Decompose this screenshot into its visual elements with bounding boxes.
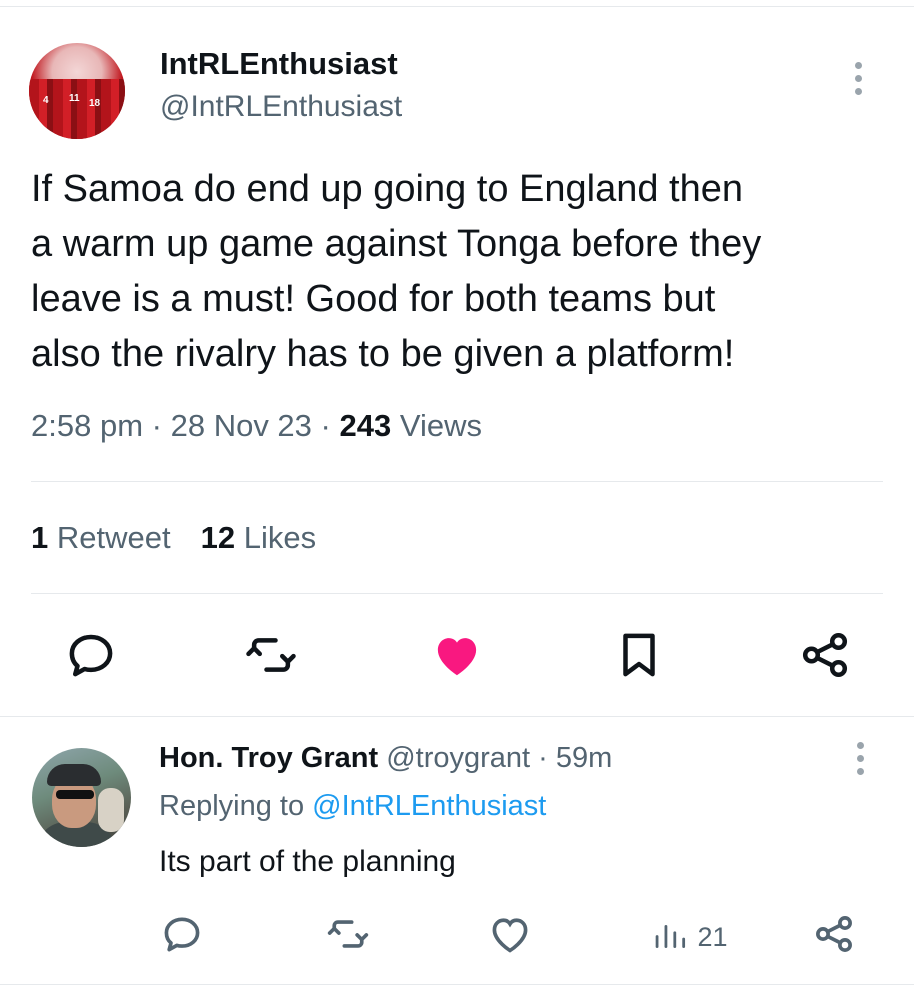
avatar-jersey-number: 11 [69,93,80,104]
top-divider [0,6,914,7]
replying-to: Replying to @IntRLEnthusiast [159,790,546,823]
replying-handle-link[interactable]: @IntRLEnthusiast [312,790,546,822]
more-icon[interactable] [852,742,868,776]
avatar-jersey-number: 18 [89,98,101,109]
likes-count: 12 [200,520,236,555]
like-icon[interactable] [488,912,532,956]
reply-text: Its part of the planning [159,845,456,878]
reply-icon[interactable] [160,912,204,956]
reply-author-avatar[interactable] [32,748,131,847]
tweet-stats: 1 Retweet 12 Likes [31,520,316,556]
reply-time[interactable]: 59m [556,742,612,774]
tweet-meta: 2:58 pm · 28 Nov 23 · 243 Views [31,408,482,444]
tweet-date[interactable]: 28 Nov 23 [171,408,312,443]
reply-icon[interactable] [64,628,118,682]
views-count: 243 [339,408,392,443]
author-name[interactable]: IntRLEnthusiast [160,46,398,82]
divider [31,593,883,594]
likes-label: Likes [243,520,317,555]
retweet-icon[interactable] [326,912,370,956]
retweets-stat[interactable]: 1 Retweet [31,520,171,555]
reply-views[interactable]: 21 [652,918,728,953]
divider [0,716,914,717]
meta-separator: · [320,408,331,443]
divider [31,481,883,482]
more-icon[interactable] [850,62,866,96]
views-icon [655,925,686,949]
author-handle[interactable]: @IntRLEnthusiast [160,90,402,124]
replying-label: Replying to [159,790,305,822]
avatar-dog [98,788,124,832]
retweets-label: Retweet [56,520,171,555]
retweet-icon[interactable] [244,628,298,682]
reply-author-handle[interactable]: @troygrant [386,742,530,774]
avatar-sunglasses [56,790,94,799]
divider [0,984,914,985]
tweet-time[interactable]: 2:58 pm [31,408,143,443]
reply-views-count: 21 [697,922,728,952]
author-avatar[interactable]: 4 11 18 [29,43,125,139]
share-icon[interactable] [812,912,856,956]
reply-header: Hon. Troy Grant @troygrant · 59m [159,742,612,775]
bookmark-icon[interactable] [612,628,666,682]
like-icon[interactable] [430,628,484,682]
avatar-cap [47,764,101,786]
meta-separator: · [151,408,162,443]
retweets-count: 1 [31,520,49,555]
avatar-image-players [29,79,125,139]
share-icon[interactable] [798,628,852,682]
meta-separator: · [538,742,548,774]
tweet-text: If Samoa do end up going to England then… [31,168,762,375]
likes-stat[interactable]: 12 Likes [201,520,316,555]
avatar-jersey-number: 4 [43,95,49,106]
views-label: Views [399,408,482,443]
reply-author-name[interactable]: Hon. Troy Grant [159,742,378,774]
